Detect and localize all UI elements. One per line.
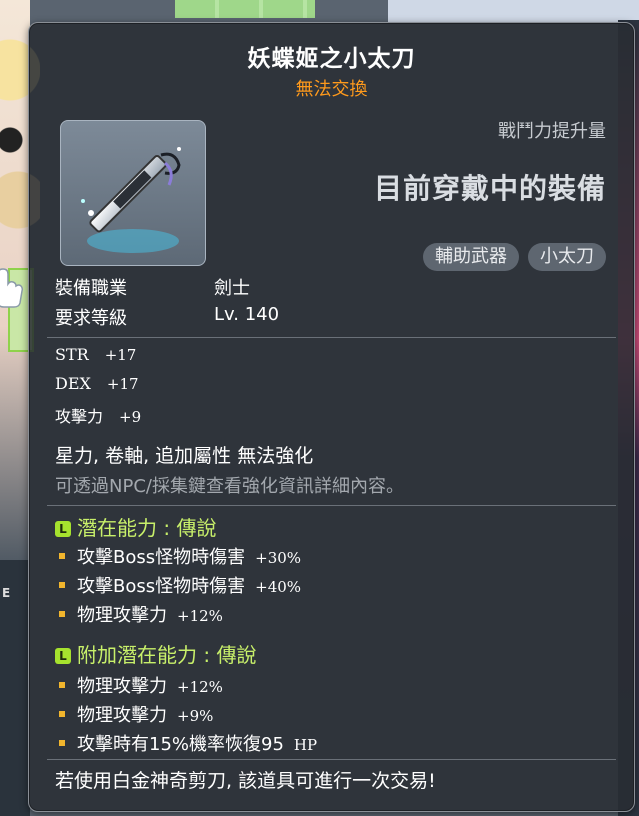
- item-icon-box: [60, 120, 206, 266]
- additional-potential-line: 物理攻擊力 +9%: [59, 701, 213, 727]
- tag-short-sword: 小太刀: [528, 243, 606, 271]
- job-value: 劍士: [214, 278, 250, 299]
- hand-cursor-icon: [0, 268, 24, 308]
- enhance-hint-text: 可透過NPC/採集鍵查看強化資訊詳細內容。: [55, 476, 404, 497]
- trade-status: 無法交換: [295, 79, 368, 100]
- level-label: 要求等級: [55, 308, 127, 329]
- legendary-badge-icon: L: [55, 521, 71, 537]
- divider: [47, 337, 616, 338]
- stat-dex: DEX +17: [55, 374, 139, 393]
- scissors-trade-note: 若使用白金神奇剪刀, 該道具可進行一次交易!: [55, 770, 436, 792]
- stat-attack: 攻擊力 +9: [55, 407, 142, 426]
- additional-potential-title: L 附加潛在能力 : 傳說: [55, 639, 256, 668]
- potential-line: 攻擊Boss怪物時傷害 +40%: [59, 572, 301, 598]
- bullet-icon: [59, 740, 65, 746]
- level-value: Lv. 140: [214, 304, 280, 325]
- potential-title: L 潛在能力 : 傳說: [55, 512, 216, 541]
- bullet-icon: [59, 582, 65, 588]
- currently-wearing-label: 目前穿戴中的裝備: [373, 172, 606, 205]
- bullet-icon: [59, 682, 65, 688]
- potential-line: 物理攻擊力 +12%: [59, 601, 223, 627]
- top-right-panel: [388, 0, 639, 22]
- job-label: 裝備職業: [55, 278, 127, 299]
- bullet-icon: [59, 711, 65, 717]
- potential-line: 攻擊Boss怪物時傷害 +30%: [59, 543, 301, 569]
- legendary-badge-icon: L: [55, 648, 71, 664]
- additional-potential-line: 物理攻擊力 +12%: [59, 672, 223, 698]
- bullet-icon: [59, 553, 65, 559]
- divider: [47, 505, 616, 506]
- divider: [47, 759, 616, 760]
- power-increase-label: 戰鬥力提升量: [498, 121, 606, 142]
- tag-secondary-weapon: 輔助武器: [423, 243, 519, 271]
- top-inventory-strip: [175, 0, 315, 18]
- bullet-icon: [59, 611, 65, 617]
- no-enhance-text: 星力, 卷軸, 追加屬性 無法強化: [55, 445, 314, 467]
- short-sword-icon: [81, 147, 181, 253]
- item-tooltip: 妖蝶姬之小太刀 無法交換 戰鬥力提升量 目前穿戴中的裝備 輔助武器 小太刀 裝備…: [28, 22, 635, 812]
- bottom-left-panel: [0, 560, 30, 816]
- additional-potential-line: 攻擊時有15%機率恢復95 HP: [59, 730, 317, 756]
- item-name: 妖蝶姬之小太刀: [247, 46, 416, 72]
- stat-str: STR +17: [55, 345, 137, 364]
